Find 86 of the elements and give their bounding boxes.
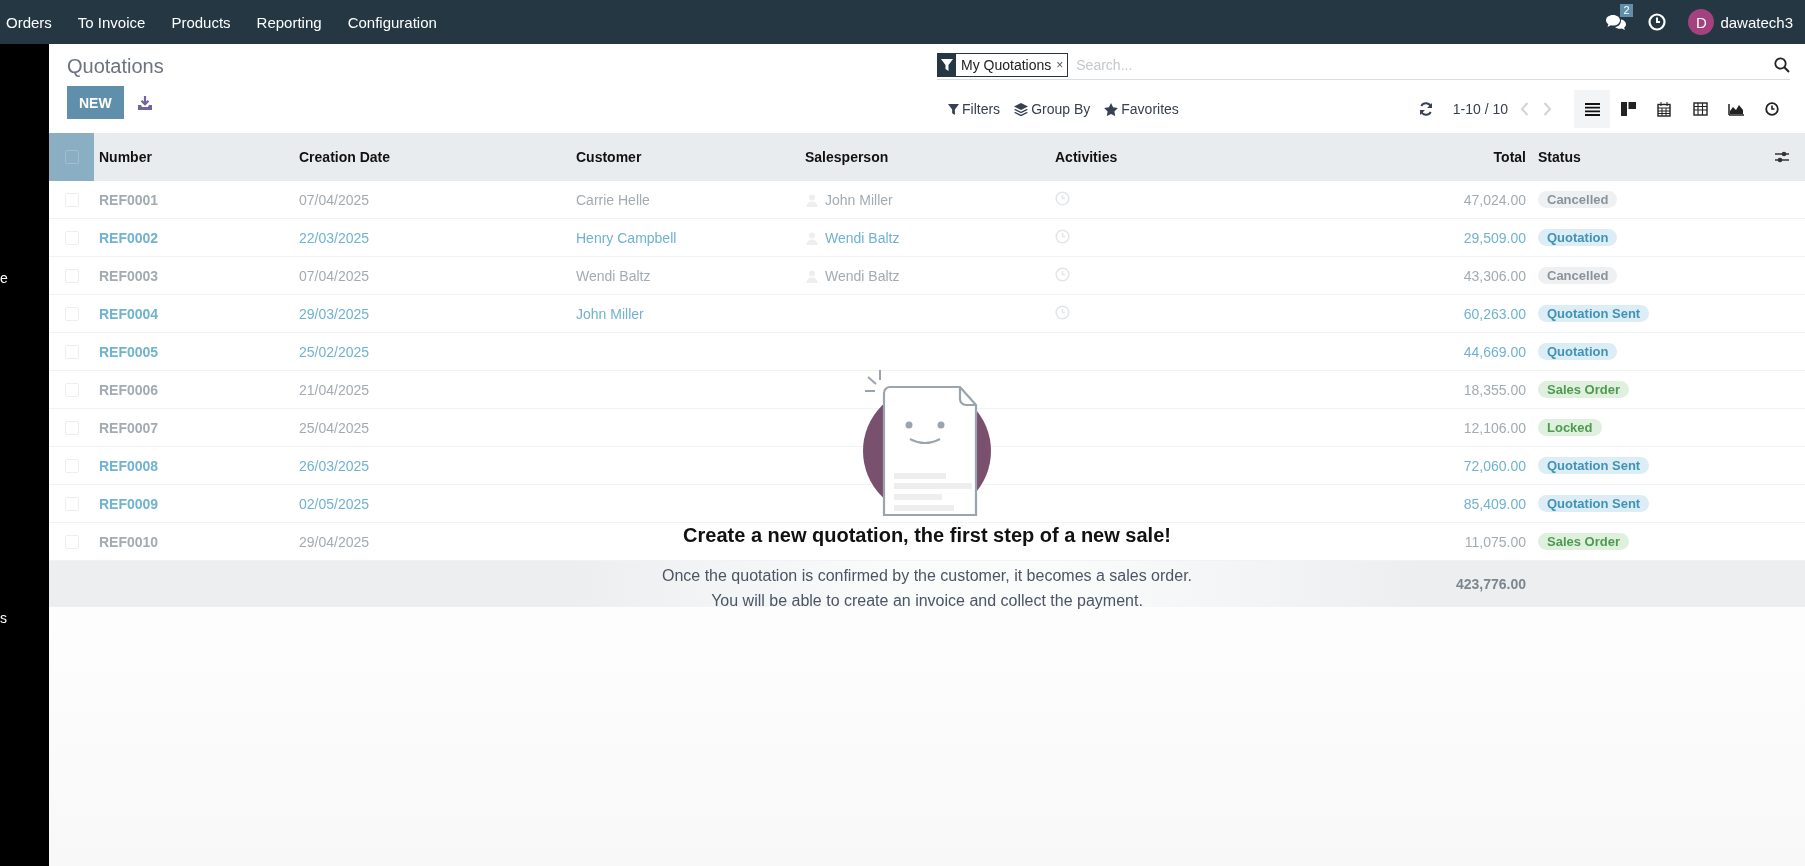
menu-item[interactable]: Reporting — [243, 13, 335, 31]
status-badge: Locked — [1538, 419, 1602, 436]
filter-icon — [941, 59, 953, 71]
column-header[interactable]: Customer — [571, 149, 800, 165]
table-cell: John Miller — [825, 191, 893, 208]
table-cell-text: 12,106.00 — [1462, 419, 1527, 436]
pager-value[interactable]: 1-10 / 10 — [1452, 101, 1508, 117]
table-cell-text: 25/04/2025 — [298, 419, 371, 436]
table-cell-text: 43,306.00 — [1462, 267, 1527, 284]
table-cell-text: 25/02/2025 — [298, 343, 371, 360]
table-cell-text: 18,355.00 — [1462, 381, 1527, 398]
table-cell: Henry Campbell — [576, 229, 677, 246]
table-cell-text: 60,263.00 — [1462, 305, 1527, 322]
table-cell-text: 22/03/2025 — [298, 229, 371, 246]
empty-state-title: Create a new quotation, the first step of a new sale! — [683, 524, 1171, 547]
column-header[interactable]: Number — [94, 149, 294, 165]
status-badge: Sales Order — [1538, 533, 1629, 550]
grid-icon — [1692, 102, 1708, 116]
table-cell: Carrie Helle — [576, 191, 650, 208]
table-cell-text: 26/03/2025 — [298, 457, 371, 474]
calendar-icon — [1657, 101, 1671, 117]
menu-item[interactable]: To Invoice — [64, 13, 159, 31]
status-badge: Quotation Sent — [1538, 495, 1650, 512]
user-name[interactable]: dawatech3 — [1720, 13, 1793, 31]
status-badge: Quotation Sent — [1538, 457, 1650, 474]
status-badge: Quotation — [1538, 229, 1618, 246]
star-icon — [1104, 102, 1119, 116]
filter-icon — [948, 103, 959, 115]
favorites-button[interactable]: Favorites — [1104, 101, 1179, 117]
column-header[interactable]: Creation Date — [294, 149, 571, 165]
status-badge: Cancelled — [1538, 267, 1618, 284]
table-cell-text: 07/04/2025 — [298, 267, 371, 284]
sidebar-item[interactable]: s — [0, 610, 7, 626]
kanban-icon — [1620, 102, 1636, 116]
previous-icon[interactable] — [1520, 102, 1529, 116]
menu-item[interactable]: Products — [158, 13, 244, 31]
area-chart-icon — [1728, 102, 1744, 116]
status-badge: Quotation Sent — [1538, 305, 1650, 322]
page-title: Quotations — [67, 55, 164, 78]
column-header[interactable]: Salesperson — [800, 149, 1050, 165]
column-header[interactable]: Activities — [1050, 149, 1299, 165]
clock-icon — [1765, 102, 1779, 116]
status-badge: Sales Order — [1538, 381, 1629, 398]
grand-total: 423,776.00 — [1454, 576, 1527, 592]
list-icon — [1584, 102, 1600, 116]
message-count-badge: 2 — [1620, 3, 1633, 17]
next-icon[interactable] — [1543, 102, 1552, 116]
new-button[interactable]: NEW — [67, 86, 124, 119]
column-header[interactable]: Total — [1299, 149, 1533, 165]
status-badge: Cancelled — [1538, 191, 1618, 208]
table-cell: Wendi Baltz — [576, 267, 651, 284]
table-cell: Wendi Baltz — [825, 267, 900, 284]
download-icon[interactable] — [137, 95, 152, 110]
filters-button[interactable]: Filters — [948, 101, 1001, 117]
table-cell: Wendi Baltz — [825, 229, 900, 246]
search-icon[interactable] — [1774, 57, 1790, 73]
table-cell-text: 29/04/2025 — [298, 533, 371, 550]
list-view-button[interactable] — [1574, 90, 1610, 128]
table-cell-text: 47,024.00 — [1462, 191, 1527, 208]
column-settings-icon[interactable] — [1775, 150, 1789, 164]
table-cell-text: 07/04/2025 — [298, 191, 371, 208]
layers-icon — [1014, 102, 1029, 116]
filter-facet[interactable]: My Quotations × — [937, 53, 1069, 77]
table-cell-text: 44,669.00 — [1462, 343, 1527, 360]
group-by-button[interactable]: Group By — [1014, 101, 1091, 117]
table-cell-text: 11,075.00 — [1463, 533, 1527, 550]
column-header[interactable]: Status — [1533, 149, 1759, 165]
empty-state-text: Once the quotation is confirmed by the customer, it becomes a sales order. — [661, 566, 1193, 586]
remove-facet-button[interactable]: × — [1056, 58, 1068, 72]
menu-item[interactable]: Orders — [6, 13, 65, 31]
facet-label: My Quotations — [960, 57, 1053, 73]
status-badge: Quotation — [1538, 343, 1618, 360]
table-cell: John Miller — [576, 305, 644, 322]
table-cell-text: 29/03/2025 — [298, 305, 371, 322]
refresh-icon[interactable] — [1418, 102, 1433, 116]
empty-state-text: You will be able to create an invoice and collect the payment. — [711, 591, 1143, 611]
table-cell-text: 21/04/2025 — [298, 381, 371, 398]
chat-icon[interactable] — [1606, 13, 1627, 31]
table-cell-text: 72,060.00 — [1462, 457, 1527, 474]
user-avatar[interactable]: D — [1688, 9, 1715, 35]
menu-item[interactable]: Configuration — [334, 13, 450, 31]
table-cell-text: 29,509.00 — [1462, 229, 1527, 246]
select-all-checkbox[interactable] — [64, 150, 79, 164]
table-cell-text: 02/05/2025 — [298, 495, 371, 512]
table-cell-text: 85,409.00 — [1462, 495, 1527, 512]
sidebar-item[interactable]: e — [0, 270, 8, 286]
